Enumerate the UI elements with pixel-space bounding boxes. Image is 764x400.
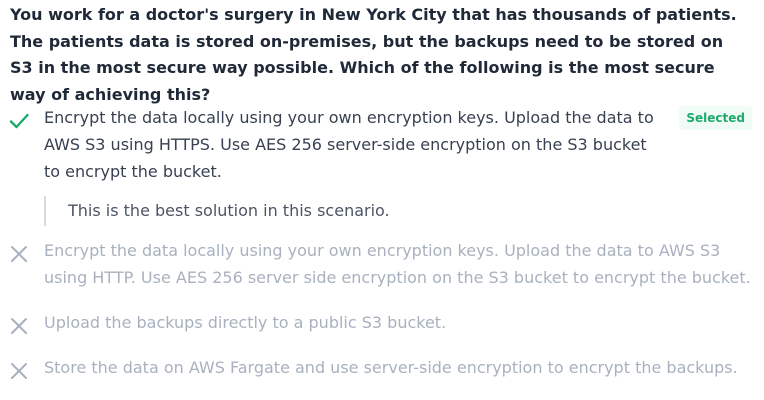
answer-option-2[interactable]: Encrypt the data locally using your own … bbox=[0, 237, 764, 291]
selected-badge: Selected bbox=[679, 106, 752, 130]
x-icon bbox=[11, 363, 27, 379]
check-icon bbox=[9, 113, 29, 129]
question-text: You work for a doctor's surgery in New Y… bbox=[10, 5, 737, 104]
answer-option-1-text: Encrypt the data locally using your own … bbox=[44, 108, 654, 181]
answer-option-3-text: Upload the backups directly to a public … bbox=[44, 313, 447, 332]
x-icon bbox=[11, 318, 27, 334]
answer-option-3[interactable]: Upload the backups directly to a public … bbox=[0, 309, 764, 336]
answer-option-4-text: Store the data on AWS Fargate and use se… bbox=[44, 358, 738, 377]
answer-options: Encrypt the data locally using your own … bbox=[0, 104, 764, 381]
answer-explanation: This is the best solution in this scenar… bbox=[44, 196, 754, 226]
answer-option-4[interactable]: Store the data on AWS Fargate and use se… bbox=[0, 354, 764, 381]
answer-option-2-text: Encrypt the data locally using your own … bbox=[44, 241, 751, 287]
x-icon bbox=[11, 246, 27, 262]
answer-option-1[interactable]: Encrypt the data locally using your own … bbox=[0, 104, 764, 226]
